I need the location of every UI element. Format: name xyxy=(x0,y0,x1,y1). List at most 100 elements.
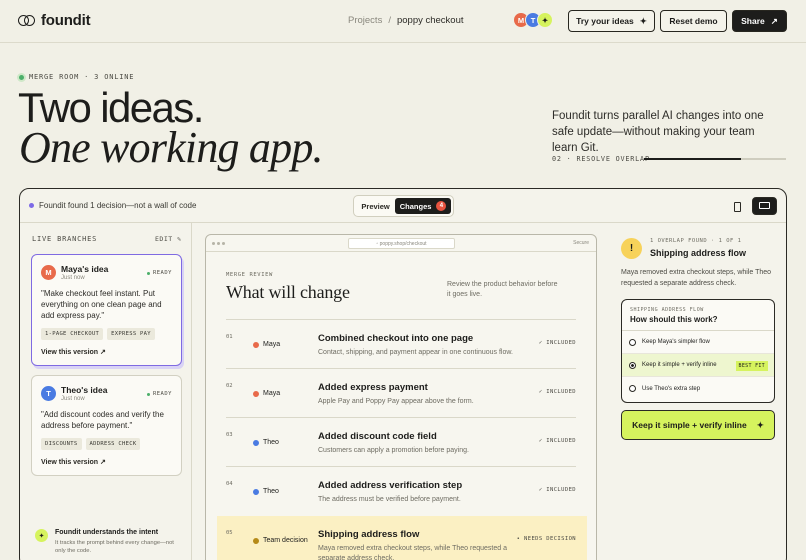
review-note: Review the product behavior before it go… xyxy=(447,281,558,298)
change-number: 03 xyxy=(226,432,233,438)
hero-title-line2: One working app. xyxy=(19,123,324,172)
radio-icon xyxy=(629,338,636,346)
warning-icon: ! xyxy=(621,238,642,259)
app-toolbar: Foundit found 1 decision—not a wall of c… xyxy=(20,189,786,223)
browser-bar: ▫ poppy.shop/checkout Secure xyxy=(206,235,596,252)
sparkle-icon: ✦ xyxy=(35,529,48,542)
author-name: Maya xyxy=(263,390,281,397)
share-button[interactable]: Share ↗ xyxy=(732,10,787,32)
option-label: Keep it simple + verify inline xyxy=(642,362,717,368)
view-version-link[interactable]: View this version ↗ xyxy=(41,458,172,466)
cta-label: Keep it simple + verify inline xyxy=(632,420,747,430)
share-label: Share xyxy=(741,16,765,26)
hero-lede: Foundit turns parallel AI changes into o… xyxy=(552,110,764,154)
avatar: M xyxy=(41,265,56,280)
change-row[interactable]: 01 Maya Combined checkout into one page … xyxy=(226,319,576,368)
presence-avatars: M T ✦ xyxy=(513,12,553,28)
option-simple-verify[interactable]: Keep it simple + verify inline BEST FIT xyxy=(622,354,774,377)
change-status: • NEEDS DECISION xyxy=(516,536,576,542)
change-title: Added discount code field xyxy=(318,431,437,442)
status-dot-icon xyxy=(29,203,34,208)
step-progress xyxy=(644,158,786,160)
merge-review-preview: ▫ poppy.shop/checkout Secure MERGE REVIE… xyxy=(205,234,597,560)
brand-name: foundit xyxy=(41,12,91,29)
option-label: Use Theo's extra step xyxy=(642,385,701,392)
branches-heading: LIVE BRANCHES xyxy=(32,235,98,243)
desktop-view-icon[interactable] xyxy=(752,197,777,215)
intent-desc: It tracks the prompt behind every change… xyxy=(55,540,174,554)
status-badge: READY xyxy=(146,391,172,397)
change-title: Shipping address flow xyxy=(318,529,420,540)
decision-question: SHIPPING ADDRESS FLOW How should this wo… xyxy=(621,299,775,403)
view-version-link[interactable]: View this version ↗ xyxy=(41,348,172,356)
change-author: Maya xyxy=(253,390,280,397)
branch-time: Just now xyxy=(61,275,85,281)
change-row[interactable]: 04 Theo Added address verification step … xyxy=(226,466,576,515)
branch-card-maya[interactable]: M Maya's idea Just now READY "Make check… xyxy=(31,254,182,366)
try-ideas-label: Try your ideas xyxy=(576,16,634,26)
change-status: ✓ INCLUDED xyxy=(538,487,576,493)
brand-logo[interactable]: foundit xyxy=(18,12,91,29)
mobile-view-icon[interactable] xyxy=(734,202,741,212)
change-author: Maya xyxy=(253,341,280,348)
change-author: Team decision xyxy=(253,537,308,544)
radio-icon xyxy=(629,385,636,392)
chip: ADDRESS CHECK xyxy=(85,438,141,450)
branch-title: Maya's idea xyxy=(61,264,109,274)
change-row[interactable]: 03 Theo Added discount code field Custom… xyxy=(226,417,576,466)
change-number: 01 xyxy=(226,334,233,340)
reset-demo-label: Reset demo xyxy=(669,16,718,26)
status-text: READY xyxy=(152,270,172,276)
hero-title-line1: Two ideas. xyxy=(18,84,204,131)
change-status: ✓ INCLUDED xyxy=(538,438,576,444)
option-theo-step[interactable]: Use Theo's extra step xyxy=(622,377,774,400)
breadcrumb-separator: / xyxy=(388,15,391,26)
branch-card-theo[interactable]: T Theo's idea Just now READY "Add discou… xyxy=(31,375,182,476)
change-desc: Maya removed extra checkout steps, while… xyxy=(318,545,507,560)
question-kicker: SHIPPING ADDRESS FLOW xyxy=(630,307,704,313)
chip: DISCOUNTS xyxy=(41,438,82,450)
change-author: Theo xyxy=(253,439,279,446)
changes-count-badge: 4 xyxy=(436,201,447,211)
author-name: Team decision xyxy=(263,537,308,544)
branch-time: Just now xyxy=(61,396,85,402)
app-window: Foundit found 1 decision—not a wall of c… xyxy=(19,188,787,560)
arrow-up-right-icon: ↗ xyxy=(770,15,778,26)
breadcrumb: Projects / poppy checkout xyxy=(348,15,464,26)
top-bar: foundit Projects / poppy checkout M T ✦ … xyxy=(0,0,806,43)
status-text: READY xyxy=(152,391,172,397)
step-label: 02 · RESOLVE OVERLAP xyxy=(552,155,650,163)
reset-demo-button[interactable]: Reset demo xyxy=(660,10,727,32)
breadcrumb-current: poppy checkout xyxy=(396,15,464,26)
tab-changes[interactable]: Changes 4 xyxy=(395,198,451,214)
change-desc: Contact, shipping, and payment appear in… xyxy=(318,349,513,356)
change-number: 05 xyxy=(226,530,233,536)
try-ideas-button[interactable]: Try your ideas ✦ xyxy=(568,10,655,32)
tab-preview[interactable]: Preview xyxy=(356,198,395,214)
decision-desc: Maya removed extra checkout steps, while… xyxy=(621,269,772,287)
review-title: What will change xyxy=(226,282,350,302)
radio-selected-icon xyxy=(629,361,636,369)
chip: EXPRESS PAY xyxy=(107,328,155,340)
sparkle-icon: ✦ xyxy=(639,15,647,26)
author-name: Maya xyxy=(263,341,281,348)
edit-button[interactable]: EDIT ✎ xyxy=(155,235,181,243)
online-dot-icon xyxy=(19,74,24,80)
avatar: T xyxy=(41,386,56,401)
secure-label: Secure xyxy=(573,240,589,246)
branch-prompt: "Add discount codes and verify the addre… xyxy=(41,410,164,430)
change-row-needs-decision[interactable]: 05 Team decision Shipping address flow M… xyxy=(217,516,587,560)
change-number: 04 xyxy=(226,481,233,487)
view-toggle: Preview Changes 4 xyxy=(353,195,454,217)
change-row[interactable]: 02 Maya Added express payment Apple Pay … xyxy=(226,368,576,417)
change-status: ✓ INCLUDED xyxy=(538,389,576,395)
option-maya-flow[interactable]: Keep Maya's simpler flow xyxy=(622,331,774,354)
merge-room-tag: MERGE ROOM · 3 ONLINE xyxy=(19,73,134,81)
logo-icon xyxy=(18,12,35,29)
apply-decision-button[interactable]: Keep it simple + verify inline ✦ xyxy=(621,410,775,440)
change-desc: Apple Pay and Poppy Pay appear above the… xyxy=(318,398,474,405)
url-bar: ▫ poppy.shop/checkout xyxy=(348,238,455,249)
best-fit-badge: BEST FIT xyxy=(735,361,768,371)
breadcrumb-projects[interactable]: Projects xyxy=(348,15,382,26)
option-label: Keep Maya's simpler flow xyxy=(642,339,710,345)
